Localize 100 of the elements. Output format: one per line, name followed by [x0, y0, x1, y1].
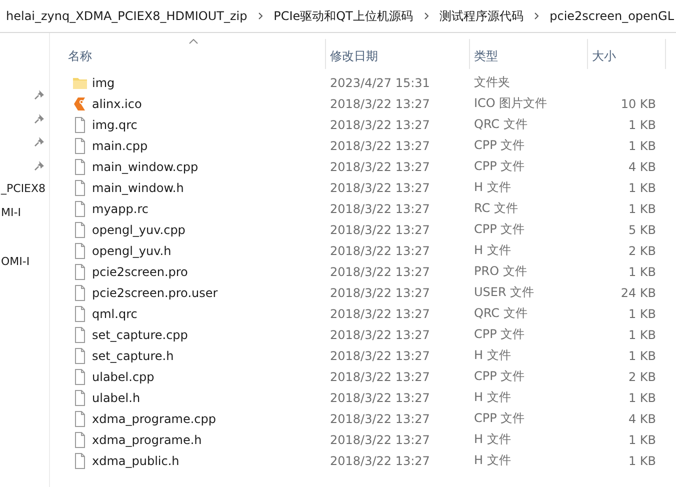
file-name[interactable]: ulabel.h: [92, 390, 140, 404]
pin-icon[interactable]: [34, 112, 45, 124]
modified-date: 2018/3/22 13:27: [330, 222, 430, 236]
file-name[interactable]: main.cpp: [92, 138, 148, 152]
file-size: 1 KB: [628, 180, 656, 194]
file-icon: [72, 222, 88, 238]
file-size: 1 KB: [628, 328, 656, 342]
chevron-icon[interactable]: [424, 12, 429, 20]
modified-date: 2018/3/22 13:27: [330, 160, 430, 174]
file-name[interactable]: qml.qrc: [92, 306, 138, 320]
file-name[interactable]: alinx.ico: [92, 96, 142, 110]
column-header[interactable]: 名称: [64, 39, 326, 69]
modified-date: 2018/3/22 13:27: [330, 138, 430, 152]
pin-icon[interactable]: [34, 136, 45, 148]
file-icon: [72, 180, 88, 196]
file-icon: [72, 368, 88, 384]
file-name[interactable]: set_capture.cpp: [92, 328, 188, 342]
file-type: ICO 图片文件: [474, 96, 548, 110]
modified-date: 2018/3/22 13:27: [330, 118, 430, 132]
breadcrumb-item[interactable]: helai_zynq_XDMA_PCIEX8_HDMIOUT_zip: [4, 9, 250, 23]
column-header[interactable]: 修改日期: [326, 39, 470, 69]
file-type: QRC 文件: [474, 306, 528, 320]
file-type: H 文件: [474, 243, 511, 257]
modified-date: 2018/3/22 13:27: [330, 286, 430, 300]
file-type: QRC 文件: [474, 117, 528, 131]
file-icon: [72, 390, 88, 406]
file-type: H 文件: [474, 348, 511, 362]
file-type: CPP 文件: [474, 327, 525, 341]
file-name[interactable]: img.qrc: [92, 118, 138, 132]
modified-date: 2023/4/27 15:31: [330, 76, 430, 90]
modified-date: 2018/3/22 13:27: [330, 412, 430, 426]
file-type: CPP 文件: [474, 411, 525, 425]
file-name[interactable]: opengl_yuv.cpp: [92, 222, 186, 236]
breadcrumb-item[interactable]: pcie2screen_openGL: [548, 9, 676, 23]
chevron-icon[interactable]: [534, 12, 539, 20]
file-icon: [72, 242, 88, 258]
modified-date: 2018/3/22 13:27: [330, 180, 430, 194]
file-size: 2 KB: [628, 370, 656, 384]
file-size: 1 KB: [628, 264, 656, 278]
file-size: 10 KB: [620, 96, 656, 110]
file-type: H 文件: [474, 453, 511, 467]
column-header[interactable]: 类型: [470, 39, 588, 69]
file-icon: [72, 284, 88, 300]
file-name[interactable]: xdma_public.h: [92, 454, 180, 468]
file-icon: [72, 410, 88, 426]
file-name[interactable]: xdma_programe.h: [92, 432, 202, 446]
file-size: 1 KB: [628, 306, 656, 320]
file-name[interactable]: img: [92, 76, 115, 90]
file-type: PRO 文件: [474, 264, 527, 278]
file-icon: [72, 306, 88, 322]
modified-date: 2018/3/22 13:27: [330, 370, 430, 384]
modified-date: 2018/3/22 13:27: [330, 328, 430, 342]
file-name[interactable]: xdma_programe.cpp: [92, 412, 216, 426]
file-size: 24 KB: [620, 286, 656, 300]
modified-date: 2018/3/22 13:27: [330, 348, 430, 362]
file-size: 4 KB: [628, 412, 656, 426]
pin-icon[interactable]: [34, 160, 45, 171]
file-icon: [72, 116, 88, 132]
file-name[interactable]: opengl_yuv.h: [92, 244, 172, 258]
file-type: H 文件: [474, 390, 511, 404]
file-name[interactable]: main_window.h: [92, 180, 184, 194]
file-type: RC 文件: [474, 201, 518, 215]
file-icon: [72, 200, 88, 216]
file-icon: [72, 264, 88, 280]
file-name[interactable]: myapp.rc: [92, 202, 148, 216]
file-icon: [72, 326, 88, 342]
modified-date: 2018/3/22 13:27: [330, 264, 430, 278]
logo-icon: [72, 96, 88, 112]
file-name[interactable]: pcie2screen.pro.user: [92, 286, 218, 300]
chevron-icon[interactable]: [258, 12, 263, 20]
file-size: 1 KB: [628, 118, 656, 132]
file-icon: [72, 452, 88, 468]
file-name[interactable]: main_window.cpp: [92, 160, 198, 174]
file-type: CPP 文件: [474, 369, 525, 383]
sidebar-item[interactable]: OMI-I: [1, 255, 30, 268]
breadcrumb-item[interactable]: 测试程序源代码: [437, 8, 526, 24]
file-size: 1 KB: [628, 432, 656, 446]
modified-date: 2018/3/22 13:27: [330, 96, 430, 110]
file-size: 4 KB: [628, 160, 656, 174]
file-size: 1 KB: [628, 202, 656, 216]
file-icon: [72, 348, 88, 364]
modified-date: 2018/3/22 13:27: [330, 432, 430, 446]
file-name[interactable]: set_capture.h: [92, 348, 174, 362]
sidebar-item[interactable]: MI-I: [1, 206, 21, 219]
file-type: 文件夹: [474, 75, 510, 89]
file-icon: [72, 158, 88, 174]
file-size: 1 KB: [628, 454, 656, 468]
column-header[interactable]: 大小: [588, 39, 666, 69]
modified-date: 2018/3/22 13:27: [330, 202, 430, 216]
sidebar-item[interactable]: _PCIEX8: [1, 182, 46, 196]
breadcrumb-item[interactable]: PCIe驱动和QT上位机源码: [272, 8, 415, 24]
file-type: H 文件: [474, 432, 511, 446]
file-name[interactable]: pcie2screen.pro: [92, 264, 188, 278]
modified-date: 2018/3/22 13:27: [330, 306, 430, 320]
file-type: H 文件: [474, 180, 511, 194]
pin-icon[interactable]: [34, 89, 45, 100]
file-size: 1 KB: [628, 390, 656, 404]
file-name[interactable]: ulabel.cpp: [92, 370, 154, 384]
file-icon: [72, 432, 88, 448]
file-type: USER 文件: [474, 285, 534, 299]
